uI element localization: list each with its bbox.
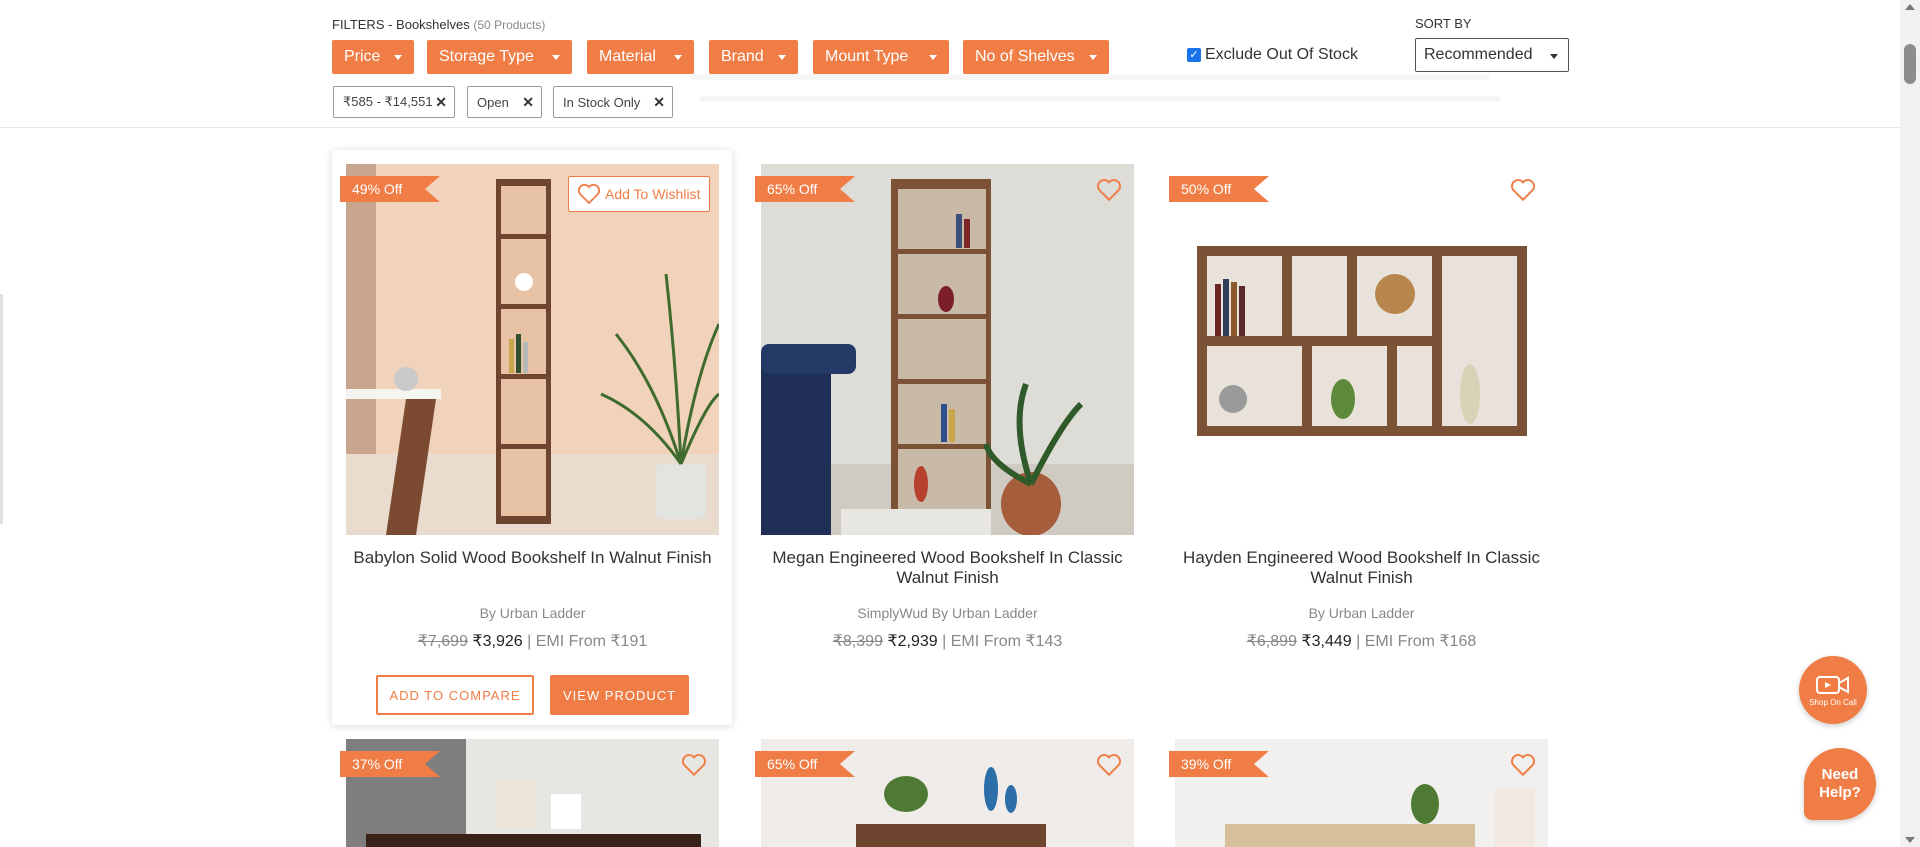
need-help-button[interactable]: Need Help? bbox=[1804, 748, 1876, 820]
applied-filter-price[interactable]: ₹585 - ₹14,551 ✕ bbox=[333, 86, 455, 118]
product-name[interactable]: Hayden Engineered Wood Bookshelf In Clas… bbox=[1175, 548, 1548, 588]
product-emi: | EMI From ₹143 bbox=[942, 633, 1063, 650]
filters-title: FILTERS - Bookshelves bbox=[332, 17, 470, 32]
product-card[interactable]: 37% Off bbox=[332, 725, 732, 847]
close-icon[interactable]: ✕ bbox=[653, 94, 665, 111]
product-brand: By Urban Ladder bbox=[1308, 605, 1415, 621]
shop-on-call-label: Shop On Call bbox=[1809, 697, 1857, 707]
caret-down-icon bbox=[1550, 54, 1558, 59]
product-sale-price: ₹2,939 bbox=[887, 633, 938, 650]
filter-price-label: Price bbox=[344, 48, 381, 65]
product-card[interactable]: 65% Off bbox=[747, 725, 1147, 847]
shop-on-call-button[interactable]: Shop On Call bbox=[1799, 656, 1867, 724]
side-tab bbox=[0, 294, 3, 524]
add-to-compare-button[interactable]: ADD TO COMPARE bbox=[376, 675, 534, 715]
scroll-thumb[interactable] bbox=[1904, 44, 1916, 84]
bookshelf-photo bbox=[761, 164, 1134, 535]
product-mrp: ₹8,399 bbox=[832, 633, 883, 650]
product-sale-price: ₹3,449 bbox=[1301, 633, 1352, 650]
heart-icon[interactable] bbox=[1510, 178, 1536, 202]
heart-icon[interactable] bbox=[1096, 178, 1122, 202]
filter-material-label: Material bbox=[599, 48, 656, 65]
heart-icon[interactable] bbox=[681, 753, 707, 777]
filter-no-of-shelves-button[interactable]: No of Shelves bbox=[963, 40, 1109, 74]
filter-storage-type-label: Storage Type bbox=[439, 48, 534, 65]
product-name[interactable]: Babylon Solid Wood Bookshelf In Walnut F… bbox=[346, 548, 719, 568]
bookshelf-photo bbox=[1175, 164, 1548, 535]
applied-filter-label: Open bbox=[477, 94, 509, 110]
filter-brand-button[interactable]: Brand bbox=[709, 40, 798, 74]
add-to-wishlist-button[interactable]: Add To Wishlist bbox=[568, 176, 710, 212]
applied-filter-open[interactable]: Open ✕ bbox=[467, 86, 542, 118]
heart-icon bbox=[577, 183, 601, 205]
sort-value: Recommended bbox=[1424, 46, 1533, 63]
discount-badge: 65% Off bbox=[755, 176, 855, 202]
filter-storage-type-button[interactable]: Storage Type bbox=[427, 40, 572, 74]
scrollbar[interactable] bbox=[1900, 0, 1920, 847]
sort-label: SORT BY bbox=[1415, 16, 1472, 31]
caret-down-icon bbox=[1089, 55, 1097, 60]
scroll-down-icon[interactable] bbox=[1905, 837, 1915, 843]
scroll-up-icon[interactable] bbox=[1905, 4, 1915, 10]
product-image[interactable] bbox=[346, 164, 719, 535]
caret-down-icon bbox=[929, 55, 937, 60]
product-emi: | EMI From ₹168 bbox=[1356, 633, 1477, 650]
filter-brand-label: Brand bbox=[721, 48, 764, 65]
product-card[interactable]: 50% Off Hayden Engineered Wood Bookshelf… bbox=[1161, 150, 1561, 725]
product-count: (50 Products) bbox=[473, 18, 546, 32]
product-card[interactable]: 65% Off Megan Engineered Wood Bookshelf … bbox=[747, 150, 1147, 725]
discount-badge: 39% Off bbox=[1169, 751, 1269, 777]
add-to-wishlist-label: Add To Wishlist bbox=[605, 186, 701, 202]
product-card[interactable]: 39% Off bbox=[1161, 725, 1561, 847]
video-call-icon bbox=[1816, 675, 1849, 694]
caret-down-icon bbox=[394, 55, 402, 60]
product-image[interactable] bbox=[761, 164, 1134, 535]
discount-badge: 37% Off bbox=[340, 751, 440, 777]
applied-filter-in-stock[interactable]: In Stock Only ✕ bbox=[553, 86, 673, 118]
product-price: ₹8,399 ₹2,939 | EMI From ₹143 bbox=[761, 631, 1134, 651]
product-name[interactable]: Megan Engineered Wood Bookshelf In Class… bbox=[761, 548, 1134, 588]
caret-down-icon bbox=[674, 55, 682, 60]
product-image[interactable] bbox=[1175, 164, 1548, 535]
product-sale-price: ₹3,926 bbox=[472, 633, 523, 650]
checkbox-checked-icon[interactable]: ✓ bbox=[1187, 48, 1201, 62]
caret-down-icon bbox=[552, 55, 560, 60]
product-price: ₹7,699 ₹3,926 | EMI From ₹191 bbox=[346, 631, 719, 651]
page-heading-background: ᴮᴼᴼᴷˢᴴᴱᴸᵛᴱˢ bbox=[840, 0, 985, 16]
filter-bar: ᴮᴼᴼᴷˢᴴᴱᴸᵛᴱˢ FILTERS - Bookshelves (50 Pr… bbox=[0, 0, 1900, 128]
product-mrp: ₹6,899 bbox=[1246, 633, 1297, 650]
filter-mount-type-label: Mount Type bbox=[825, 48, 909, 65]
product-mrp: ₹7,699 bbox=[417, 633, 468, 650]
view-product-button[interactable]: VIEW PRODUCT bbox=[550, 675, 689, 715]
filters-heading: FILTERS - Bookshelves (50 Products) bbox=[332, 17, 545, 32]
heart-icon[interactable] bbox=[1096, 753, 1122, 777]
filter-mount-type-button[interactable]: Mount Type bbox=[813, 40, 949, 74]
sort-select[interactable]: Recommended bbox=[1415, 38, 1569, 72]
product-price: ₹6,899 ₹3,449 | EMI From ₹168 bbox=[1175, 631, 1548, 651]
faded-description bbox=[700, 96, 1500, 102]
caret-down-icon bbox=[778, 55, 786, 60]
close-icon[interactable]: ✕ bbox=[435, 94, 447, 111]
applied-filter-label: ₹585 - ₹14,551 bbox=[343, 94, 433, 109]
close-icon[interactable]: ✕ bbox=[522, 94, 534, 111]
applied-filter-label: In Stock Only bbox=[563, 94, 641, 110]
product-brand: By Urban Ladder bbox=[479, 605, 586, 621]
heart-icon[interactable] bbox=[1510, 753, 1536, 777]
exclude-out-of-stock-label: Exclude Out Of Stock bbox=[1205, 46, 1358, 63]
discount-badge: 49% Off bbox=[340, 176, 440, 202]
discount-badge: 65% Off bbox=[755, 751, 855, 777]
product-card[interactable]: 49% Off Add To Wishlist Babylon Solid Wo… bbox=[332, 150, 732, 725]
filter-no-of-shelves-label: No of Shelves bbox=[975, 48, 1075, 65]
product-brand: SimplyWud By Urban Ladder bbox=[857, 605, 1038, 621]
discount-badge: 50% Off bbox=[1169, 176, 1269, 202]
faded-description bbox=[690, 74, 1490, 80]
exclude-out-of-stock[interactable]: ✓ Exclude Out Of Stock bbox=[1187, 46, 1358, 64]
filter-price-button[interactable]: Price bbox=[332, 40, 414, 74]
product-emi: | EMI From ₹191 bbox=[527, 633, 648, 650]
filter-material-button[interactable]: Material bbox=[587, 40, 694, 74]
bookshelf-photo bbox=[346, 164, 719, 535]
